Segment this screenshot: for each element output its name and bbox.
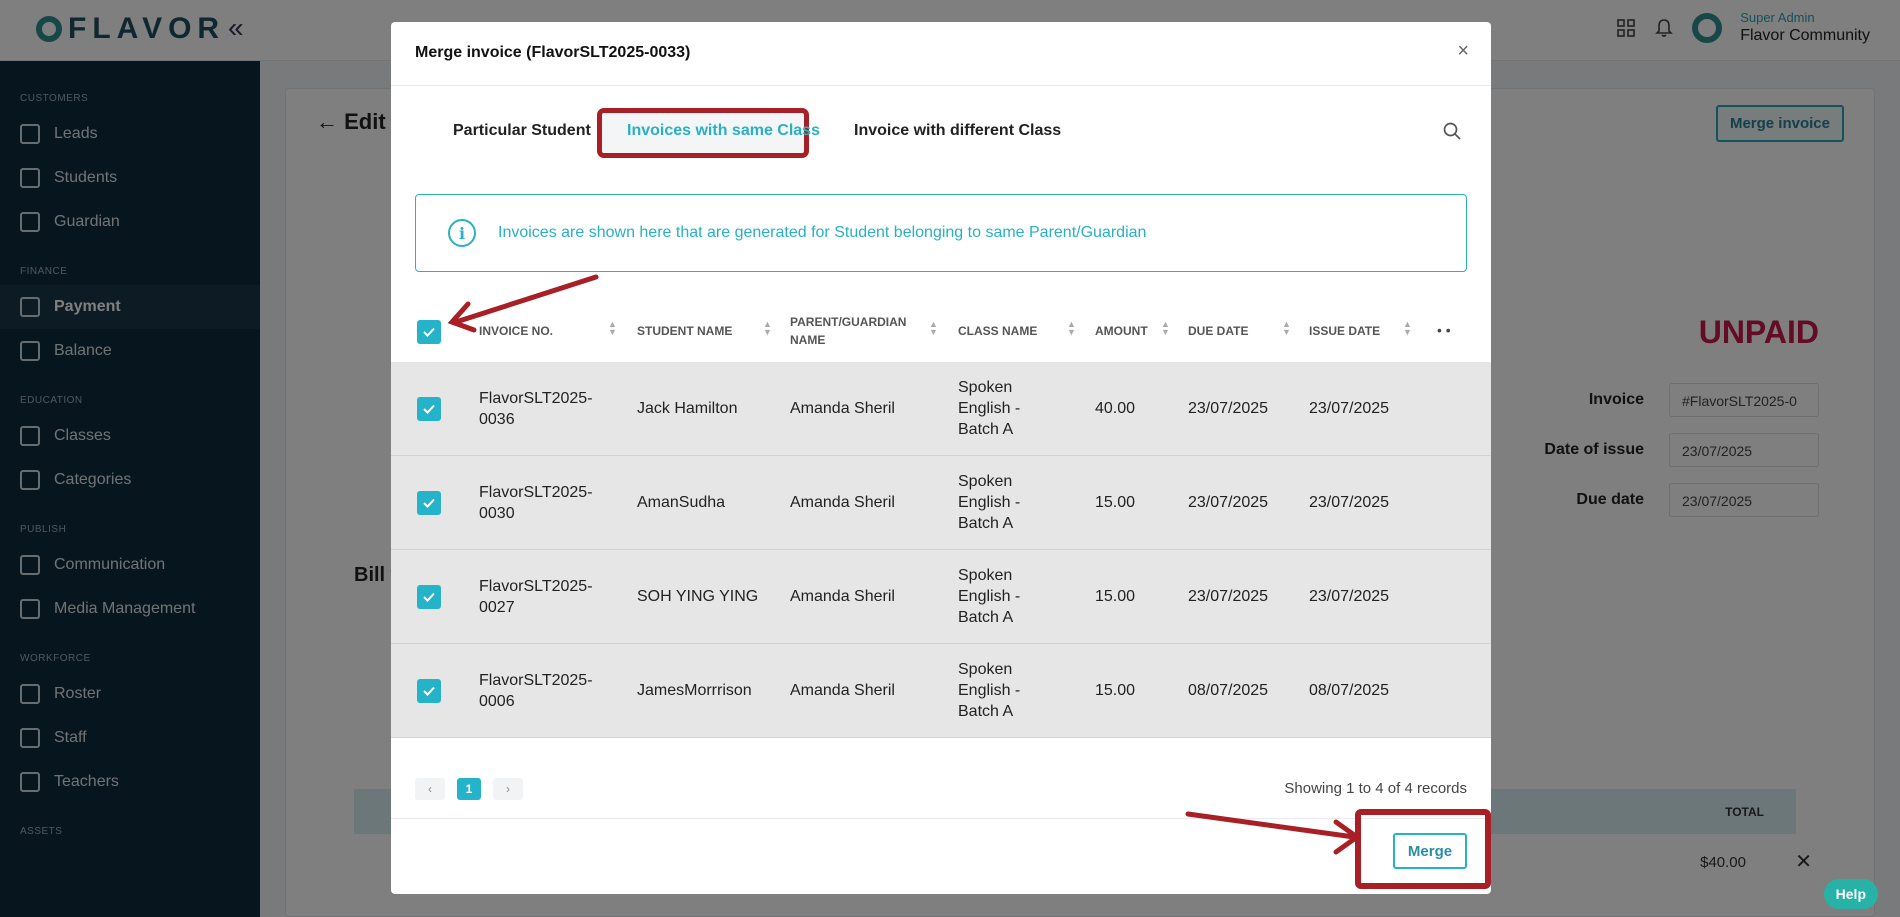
issue-date: 23/07/2025	[1309, 588, 1390, 605]
tab-invoice-different-class[interactable]: Invoice with different Class	[854, 122, 1061, 140]
class-name: Spoken English - Batch A	[958, 379, 1021, 438]
table-row[interactable]: FlavorSLT2025- 0006 JamesMorrrison Amanda…	[391, 644, 1491, 738]
info-icon: i	[448, 219, 476, 247]
amount: 15.00	[1095, 682, 1136, 699]
merge-button[interactable]: Merge	[1393, 833, 1467, 869]
page-1-button[interactable]: 1	[457, 778, 481, 800]
prev-page-button[interactable]: ‹	[415, 778, 445, 800]
column-header-student-name[interactable]: STUDENT NAME	[637, 322, 732, 340]
due-date: 23/07/2025	[1188, 400, 1269, 417]
column-header-due-date[interactable]: DUE DATE	[1188, 322, 1248, 340]
modal-title: Merge invoice (FlavorSLT2025-0033)	[415, 44, 691, 61]
search-icon[interactable]	[1443, 122, 1461, 140]
parent-name: Amanda Sheril	[790, 494, 895, 511]
row-checkbox[interactable]	[417, 491, 441, 515]
column-header-parent-guardian-name[interactable]: PARENT/GUARDIAN NAME	[790, 313, 906, 349]
due-date: 23/07/2025	[1188, 588, 1269, 605]
row-checkbox[interactable]	[417, 585, 441, 609]
column-header-amount[interactable]: AMOUNT	[1095, 322, 1148, 340]
check-icon	[423, 404, 435, 414]
parent-name: Amanda Sheril	[790, 400, 895, 417]
amount: 40.00	[1095, 400, 1136, 417]
info-text: Invoices are shown here that are generat…	[498, 224, 1147, 241]
check-icon	[423, 686, 435, 696]
student-name: JamesMorrrison	[637, 682, 752, 699]
merge-tabs: Particular Student Invoices with same Cl…	[391, 86, 1491, 176]
parent-name: Amanda Sheril	[790, 682, 895, 699]
invoice-number: FlavorSLT2025- 0036	[479, 390, 593, 428]
table-row[interactable]: FlavorSLT2025- 0027 SOH YING YING Amanda …	[391, 550, 1491, 644]
check-icon	[423, 327, 435, 337]
student-name: AmanSudha	[637, 494, 726, 511]
column-header-issue-date[interactable]: ISSUE DATE	[1309, 322, 1380, 340]
issue-date: 08/07/2025	[1309, 682, 1390, 699]
class-name: Spoken English - Batch A	[958, 661, 1021, 720]
amount: 15.00	[1095, 494, 1136, 511]
pagination: ‹ 1 ›	[415, 778, 523, 800]
next-page-button[interactable]: ›	[493, 778, 523, 800]
student-name: Jack Hamilton	[637, 400, 738, 417]
sort-icon[interactable]: ▲ ▼	[1403, 320, 1412, 337]
tab-particular-student[interactable]: Particular Student	[453, 122, 591, 140]
sort-icon[interactable]: ▲ ▼	[1067, 320, 1076, 337]
check-icon	[423, 592, 435, 602]
table-row[interactable]: FlavorSLT2025- 0030 AmanSudha Amanda Sher…	[391, 456, 1491, 550]
more-columns-icon[interactable]: • •	[1437, 322, 1451, 338]
select-all-checkbox[interactable]	[417, 320, 441, 344]
invoice-number: FlavorSLT2025- 0006	[479, 672, 593, 710]
due-date: 08/07/2025	[1188, 682, 1269, 699]
issue-date: 23/07/2025	[1309, 400, 1390, 417]
sort-icon[interactable]: ▲ ▼	[1282, 320, 1291, 337]
info-banner: i Invoices are shown here that are gener…	[415, 194, 1467, 272]
row-checkbox[interactable]	[417, 397, 441, 421]
sort-icon[interactable]: ▲ ▼	[763, 320, 772, 337]
modal-header: Merge invoice (FlavorSLT2025-0033) ×	[391, 22, 1491, 86]
modal-footer: Merge	[391, 809, 1491, 894]
sort-icon[interactable]: ▲ ▼	[608, 320, 617, 337]
check-icon	[423, 498, 435, 508]
table-row[interactable]: FlavorSLT2025- 0036 Jack Hamilton Amanda …	[391, 362, 1491, 456]
records-count: Showing 1 to 4 of 4 records	[1284, 780, 1467, 797]
close-icon[interactable]: ×	[1457, 40, 1469, 63]
sort-icon[interactable]: ▲ ▼	[1161, 320, 1170, 337]
class-name: Spoken English - Batch A	[958, 567, 1021, 626]
student-name: SOH YING YING	[637, 588, 759, 605]
invoice-number: FlavorSLT2025- 0027	[479, 578, 593, 616]
table-header: INVOICE NO. ▲ ▼ STUDENT NAME ▲ ▼ PARENT/GU…	[391, 302, 1491, 362]
help-button[interactable]: Help	[1823, 879, 1878, 909]
sort-icon[interactable]: ▲ ▼	[929, 320, 938, 337]
invoice-number: FlavorSLT2025- 0030	[479, 484, 593, 522]
parent-name: Amanda Sheril	[790, 588, 895, 605]
due-date: 23/07/2025	[1188, 494, 1269, 511]
column-header-class-name[interactable]: CLASS NAME	[958, 322, 1037, 340]
class-name: Spoken English - Batch A	[958, 473, 1021, 532]
issue-date: 23/07/2025	[1309, 494, 1390, 511]
tab-invoices-same-class[interactable]: Invoices with same Class	[627, 122, 820, 140]
merge-invoice-modal: Merge invoice (FlavorSLT2025-0033) × Par…	[391, 22, 1491, 894]
amount: 15.00	[1095, 588, 1136, 605]
row-checkbox[interactable]	[417, 679, 441, 703]
column-header-invoice-no[interactable]: INVOICE NO.	[479, 322, 553, 340]
